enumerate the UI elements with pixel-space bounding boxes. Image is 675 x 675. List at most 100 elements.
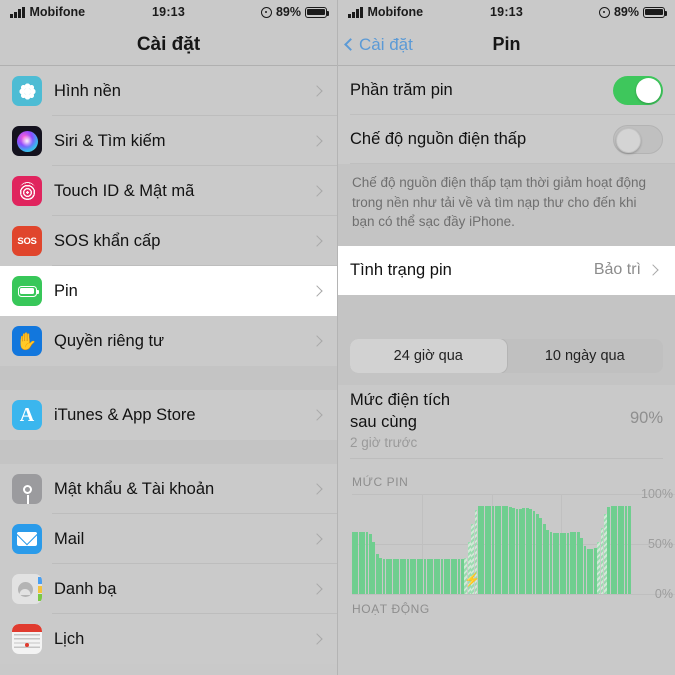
chart-bar: [409, 559, 413, 595]
sidebar-item-label: Mail: [54, 529, 85, 548]
sidebar-item-label: SOS khẩn cấp: [54, 231, 161, 250]
sidebar-item-mail[interactable]: Mail: [0, 514, 337, 564]
chart-bar: [352, 532, 355, 595]
chart-bar: [433, 559, 437, 595]
chart-bar: [403, 559, 406, 595]
chart-bar: [614, 506, 618, 595]
chart-bar: [559, 533, 563, 595]
chart-bar: [491, 506, 495, 595]
row-label: Chế độ nguồn điện thấp: [350, 130, 527, 148]
chart-bar: [413, 559, 417, 595]
chart-bar: [484, 506, 488, 595]
sidebar-item-label: Siri & Tìm kiếm: [54, 131, 166, 150]
row-battery-percentage[interactable]: Phần trăm pin: [338, 66, 675, 115]
chart-bar: [542, 524, 546, 595]
back-button[interactable]: Cài đặt: [338, 35, 413, 55]
battery-health-value: Bảo trì: [593, 261, 641, 279]
mail-icon: [12, 524, 42, 554]
chart-bar: [532, 511, 536, 595]
row-low-power-mode[interactable]: Chế độ nguồn điện thấp: [338, 115, 675, 164]
chart-gridline: [352, 594, 675, 596]
chart-title: MỨC PIN: [352, 475, 409, 490]
chart-bar: [358, 532, 362, 595]
row-label: Tình trạng pin: [350, 260, 452, 279]
charging-bolt-icon: ⚡: [464, 572, 481, 588]
sidebar-item-label: Lịch: [54, 629, 85, 648]
chart-bar: [563, 533, 566, 595]
last-charge-percent: 90%: [629, 408, 663, 427]
chart-bar: [501, 506, 505, 595]
chevron-right-icon: [647, 264, 659, 276]
chart-bar: [457, 559, 461, 595]
chart-bar: [566, 533, 570, 595]
chart-bar: [495, 506, 498, 595]
sidebar-item-passwords-accounts[interactable]: Mật khẩu & Tài khoản: [0, 464, 337, 514]
sidebar-item-privacy[interactable]: ✋ Quyền riêng tư: [0, 316, 337, 366]
battery-percentage-toggle[interactable]: [613, 76, 663, 105]
chevron-left-icon: [344, 38, 357, 51]
chevron-right-icon: [311, 633, 323, 645]
battery-icon: [643, 6, 668, 18]
chevron-right-icon: [311, 185, 323, 197]
nav-bar-battery: Cài đặt Pin: [338, 24, 675, 66]
chart-bar: [423, 559, 427, 595]
segment-last-24-hours[interactable]: 24 giờ qua: [350, 338, 507, 373]
clock-label: 19:13: [490, 5, 523, 19]
chart-bar: [573, 532, 577, 595]
battery-level-chart: 0% 50% 100% ⚡: [352, 487, 675, 601]
chart-bar: [549, 532, 553, 595]
clock-label: 19:13: [152, 5, 185, 19]
chevron-right-icon: [311, 85, 323, 97]
chevron-right-icon: [311, 583, 323, 595]
chart-bar: [406, 559, 410, 595]
chart-bar: [587, 549, 590, 595]
battery-level-chart-section: MỨC PIN 0% 50% 100% ⚡ HOẠT ĐỘNG: [338, 467, 675, 617]
wallpaper-icon: [12, 76, 42, 106]
battery-toggles-group: Phần trăm pin Chế độ nguồn điện thấp: [338, 66, 675, 164]
chevron-right-icon: [311, 285, 323, 297]
sidebar-item-label: Touch ID & Mật mã: [54, 181, 195, 200]
sidebar-item-calendar[interactable]: Lịch: [0, 614, 337, 664]
chart-bar: [583, 546, 587, 595]
page-title: Cài đặt: [136, 33, 201, 55]
chart-bars: [352, 494, 631, 595]
status-bar-left-group: Mobifone: [348, 5, 490, 19]
battery-percent-label: 89%: [613, 5, 640, 19]
back-button-label: Cài đặt: [359, 34, 413, 54]
sidebar-item-itunes-app-store[interactable]: A iTunes & App Store: [0, 390, 337, 440]
sidebar-item-siri[interactable]: Siri & Tìm kiếm: [0, 116, 337, 166]
chart-bar: [512, 508, 515, 595]
chart-bar: [437, 559, 440, 595]
sidebar-item-contacts[interactable]: Danh bạ: [0, 564, 337, 614]
chart-bar: [375, 554, 379, 595]
chart-bar: [546, 530, 549, 595]
chart-bar: [539, 518, 543, 595]
chart-bar: [525, 508, 529, 595]
list-group-gap: [0, 440, 337, 464]
chart-bar: [593, 548, 597, 595]
segment-last-10-days[interactable]: 10 ngày qua: [507, 339, 664, 373]
sidebar-item-wallpaper[interactable]: Hình nền: [0, 66, 337, 116]
last-charge-line: Mức điện tích sau cùng 90%: [350, 389, 663, 434]
dual-phone-screenshot: Mobifone 19:13 89% Cài đặt Hình nền Siri…: [0, 0, 675, 675]
chart-bar: [389, 559, 393, 595]
chart-bar: [362, 532, 366, 595]
time-range-segmented-control[interactable]: 24 giờ qua 10 ngày qua: [350, 338, 664, 373]
chart-bar: [416, 559, 420, 595]
right-phone-screen: Mobifone 19:13 89% Cài đặt Pin Phần trăm…: [337, 0, 675, 675]
passwords-key-icon: [12, 474, 42, 504]
chart-bar: [590, 549, 594, 595]
last-charge-title: Mức điện tích sau cùng: [350, 389, 630, 434]
sidebar-item-label: iTunes & App Store: [54, 405, 196, 424]
sidebar-item-sos[interactable]: SOS SOS khẩn cấp: [0, 216, 337, 266]
low-power-mode-toggle[interactable]: [613, 125, 663, 154]
section-spacer: [338, 294, 675, 333]
last-charge-title-line1: Mức điện tích: [350, 390, 450, 409]
row-battery-health[interactable]: Tình trạng pin Bảo trì: [338, 245, 675, 295]
chevron-right-icon: [311, 409, 323, 421]
calendar-icon: [12, 624, 42, 654]
chevron-right-icon: [311, 533, 323, 545]
sidebar-item-touchid[interactable]: Touch ID & Mật mã: [0, 166, 337, 216]
status-bar-right-group: 89%: [523, 5, 668, 19]
sidebar-item-battery[interactable]: Pin: [0, 266, 337, 316]
